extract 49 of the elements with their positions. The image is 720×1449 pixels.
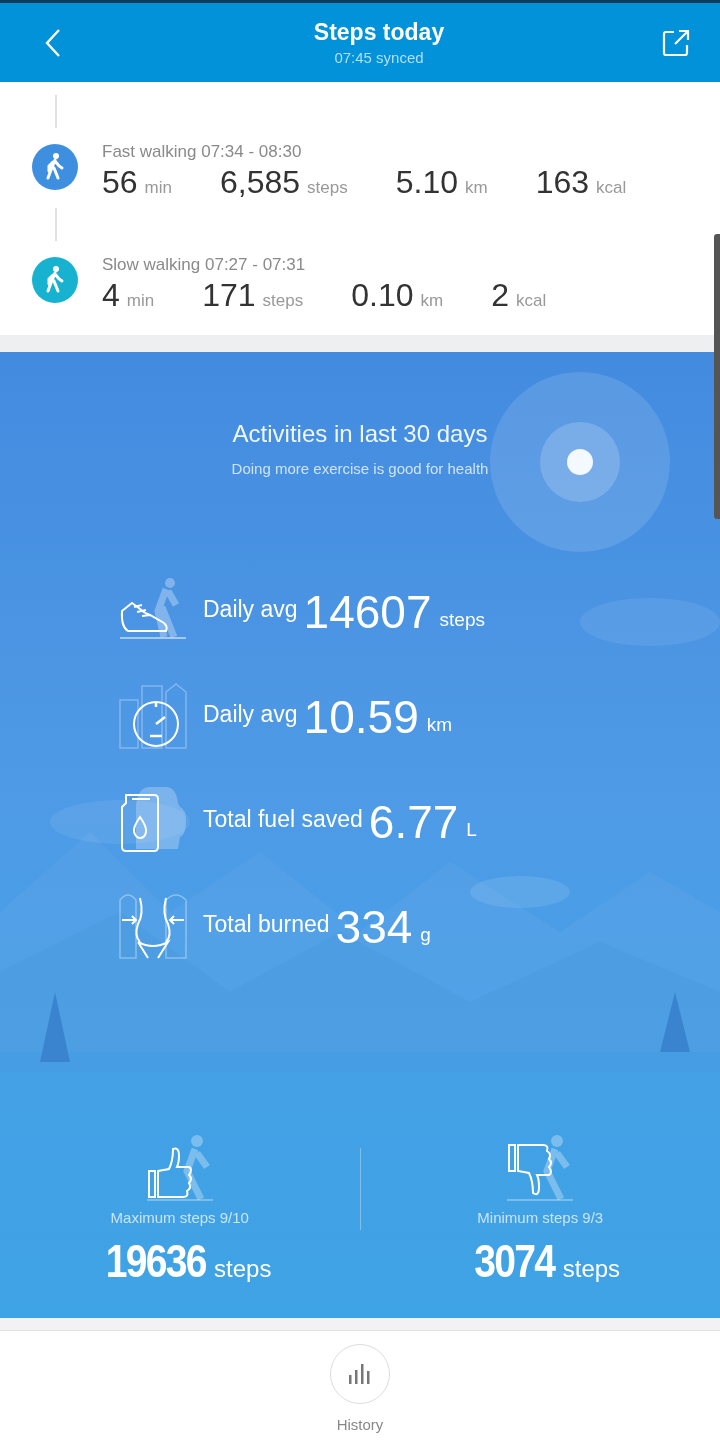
thumbs-up-icon xyxy=(144,1133,215,1203)
activity-unit: km xyxy=(420,291,444,311)
stat-label: Total fuel saved xyxy=(203,806,363,833)
stat-unit: steps xyxy=(439,608,485,631)
summary-title: Activities in last 30 days xyxy=(232,420,488,448)
history-label: History xyxy=(336,1416,384,1433)
stat-label: Daily avg xyxy=(203,596,298,623)
sync-time: 07:45 synced xyxy=(334,49,424,66)
activity-value: 163 xyxy=(535,164,590,201)
activity-value: 5.10 xyxy=(395,164,458,201)
activity-value: 171 xyxy=(202,277,256,314)
thumbs-down-icon xyxy=(505,1133,576,1203)
activity-value: 2 xyxy=(491,277,509,314)
stat-unit: km xyxy=(426,713,453,736)
activity-value: 4 xyxy=(102,277,120,314)
activity-unit: min xyxy=(126,291,155,311)
stat-value: 14607 xyxy=(303,584,432,639)
activity-title: Fast walking 07:34 - 08:30 xyxy=(102,141,303,163)
activity-value: 56 xyxy=(102,164,138,201)
record-value: 3074 xyxy=(474,1234,555,1288)
stat-unit: L xyxy=(466,818,477,841)
activity-unit: steps xyxy=(307,178,348,198)
stat-label: Total burned xyxy=(203,911,330,938)
record-value: 19636 xyxy=(105,1234,206,1288)
back-icon xyxy=(44,27,62,58)
fuel-can-icon xyxy=(118,784,188,855)
stat-unit: g xyxy=(420,923,431,946)
share-icon xyxy=(662,28,690,57)
stat-label: Daily avg xyxy=(203,701,298,728)
activity-title: Slow walking 07:27 - 07:31 xyxy=(102,254,307,276)
summary-subtitle: Doing more exercise is good for health xyxy=(231,460,489,477)
tree-drawing xyxy=(660,992,690,1052)
record-unit: steps xyxy=(214,1255,272,1283)
activity-unit: kcal xyxy=(516,291,547,311)
activity-unit: steps xyxy=(262,291,304,311)
activity-unit: km xyxy=(465,178,488,198)
activity-unit: min xyxy=(144,178,172,198)
bar-chart-icon xyxy=(348,1363,372,1385)
record-unit: steps xyxy=(562,1255,621,1283)
activity-unit: kcal xyxy=(596,178,627,198)
stat-value: 6.77 xyxy=(368,794,459,849)
page-title: Steps today xyxy=(313,19,445,46)
activity-value: 0.10 xyxy=(351,277,414,314)
tree-drawing xyxy=(40,992,70,1062)
record-label: Maximum steps 9/10 xyxy=(110,1209,249,1226)
stat-value: 334 xyxy=(335,899,413,954)
record-label: Minimum steps 9/3 xyxy=(477,1209,604,1226)
activity-value: 6,585 xyxy=(220,164,301,201)
stat-value: 10.59 xyxy=(303,689,419,744)
